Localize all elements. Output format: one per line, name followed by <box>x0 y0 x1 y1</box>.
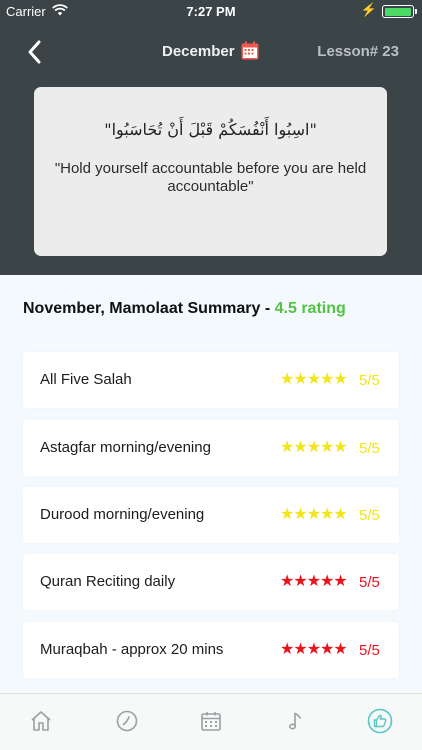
tab-summary[interactable] <box>363 704 397 738</box>
arabic-quote: "اسِبُوا أَنْفُسَكُمْ قَبْلَ أَنْ تُحَاس… <box>104 120 317 139</box>
item-label: Quran Reciting daily <box>40 573 176 590</box>
star-rating-icon: ★★★★★ <box>280 639 348 658</box>
chevron-left-icon <box>28 40 41 64</box>
item-score: 5/5 <box>359 574 380 591</box>
thumbs-up-icon <box>367 708 393 734</box>
quote-card: "اسِبُوا أَنْفُسَكُمْ قَبْلَ أَنْ تُحَاس… <box>34 87 387 256</box>
calendar-icon[interactable] <box>241 41 259 60</box>
calendar-icon <box>201 712 221 731</box>
list-item[interactable]: Astagfar morning/evening ★★★★★ 5/5 <box>23 420 399 476</box>
page-title: December <box>162 43 235 60</box>
lesson-number: Lesson# 23 <box>317 43 399 60</box>
quote-translation: "Hold yourself accountable before you ar… <box>54 160 367 195</box>
list-item[interactable]: Durood morning/evening ★★★★★ 5/5 <box>23 487 399 543</box>
summary-separator: - <box>260 300 275 317</box>
star-rating-icon: ★★★★★ <box>280 437 348 456</box>
list-item[interactable]: Quran Reciting daily ★★★★★ 5/5 <box>23 554 399 610</box>
summary-heading: November, Mamolaat Summary - 4.5 rating <box>23 300 346 318</box>
tab-home[interactable] <box>24 704 58 738</box>
item-label: Astagfar morning/evening <box>40 439 211 456</box>
tab-calendar[interactable] <box>194 704 228 738</box>
list-item[interactable]: All Five Salah ★★★★★ 5/5 <box>23 352 399 408</box>
item-label: Muraqbah - approx 20 mins <box>40 641 224 658</box>
tab-music[interactable] <box>278 704 312 738</box>
star-rating-icon: ★★★★★ <box>280 504 348 523</box>
summary-rating: 4.5 rating <box>274 300 346 317</box>
tab-bar <box>0 693 422 750</box>
item-score: 5/5 <box>359 507 380 524</box>
item-score: 5/5 <box>359 642 380 659</box>
status-bar: Carrier 7:27 PM ⚡ <box>0 0 422 22</box>
summary-title: November, Mamolaat Summary <box>23 300 261 317</box>
header-panel: Carrier 7:27 PM ⚡ December Lesson# 23 "ا… <box>0 0 422 275</box>
item-score: 5/5 <box>359 440 380 457</box>
home-icon <box>31 711 51 731</box>
clock-icon <box>116 710 138 732</box>
item-score: 5/5 <box>359 372 380 389</box>
back-button[interactable] <box>22 39 48 65</box>
item-label: All Five Salah <box>40 371 132 388</box>
star-rating-icon: ★★★★★ <box>280 369 348 388</box>
charging-icon: ⚡ <box>360 2 377 17</box>
battery-icon <box>382 5 417 18</box>
item-label: Durood morning/evening <box>40 506 205 523</box>
list-item[interactable]: Muraqbah - approx 20 mins ★★★★★ 5/5 <box>23 622 399 678</box>
clock-time: 7:27 PM <box>186 4 236 19</box>
music-note-icon <box>288 712 301 730</box>
star-rating-icon: ★★★★★ <box>280 571 348 590</box>
tab-clock[interactable] <box>110 704 144 738</box>
nav-bar: December Lesson# 23 <box>0 30 422 74</box>
